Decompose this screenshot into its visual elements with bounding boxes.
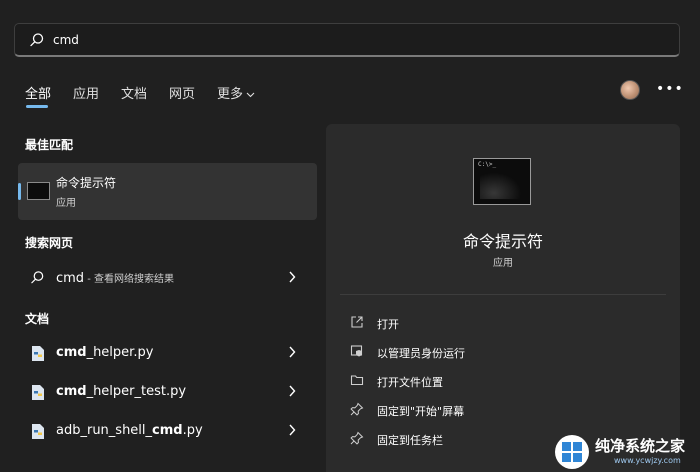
chevron-down-icon (246, 92, 255, 97)
best-match-type: 应用 (56, 198, 76, 209)
best-match-heading: 最佳匹配 (25, 138, 74, 152)
best-match-name: 命令提示符 (56, 176, 117, 190)
chevron-right-icon (289, 346, 296, 358)
action-label: 以管理员身份运行 (377, 347, 465, 360)
tab-documents[interactable]: 文档 (121, 83, 147, 102)
command-prompt-icon: C:\>_ (473, 158, 531, 205)
python-file-icon (32, 424, 44, 439)
watermark-url: www.ycwjzy.com (614, 456, 681, 465)
tab-all[interactable]: 全部 (25, 83, 51, 102)
web-search-heading: 搜索网页 (25, 236, 74, 250)
windows-logo-icon (555, 435, 589, 469)
document-item[interactable]: cmd_helper_test.py (18, 377, 317, 407)
chevron-right-icon (289, 385, 296, 397)
preview-subtitle: 应用 (493, 258, 513, 269)
best-match-item[interactable]: 命令提示符 应用 (18, 163, 317, 220)
more-options-button[interactable]: ••• (656, 81, 684, 97)
document-item[interactable]: adb_run_shell_cmd.py (18, 416, 317, 446)
document-match: cmd (56, 345, 87, 360)
document-rest: .py (182, 423, 203, 438)
document-item[interactable]: cmd_helper.py (18, 338, 317, 368)
active-tab-indicator (26, 105, 48, 108)
tab-more-label: 更多 (217, 87, 244, 102)
pin-icon (350, 431, 364, 445)
avatar[interactable] (620, 80, 640, 100)
prompt-text: C:\>_ (478, 161, 497, 168)
pin-icon (350, 402, 364, 416)
web-search-item[interactable]: cmd - 查看网络搜索结果 (18, 263, 317, 293)
chevron-right-icon (289, 271, 296, 283)
chevron-right-icon (289, 424, 296, 436)
search-query[interactable]: cmd (53, 33, 79, 47)
search-icon (31, 271, 44, 284)
action-label: 固定到"开始"屏幕 (377, 405, 465, 418)
admin-shield-icon (350, 345, 363, 357)
preview-title: 命令提示符 (462, 232, 543, 251)
web-search-query: cmd (56, 271, 85, 286)
python-file-icon (32, 346, 44, 361)
preview-pane: C:\>_ 命令提示符 应用 打开 以管理员身份运行 打开文件位置 固定到"开始… (326, 124, 680, 472)
tab-more[interactable]: 更多 (217, 83, 255, 102)
action-label: 固定到任务栏 (377, 434, 443, 447)
document-rest: _helper_test.py (86, 384, 187, 399)
folder-icon (350, 375, 364, 386)
selection-indicator (18, 183, 21, 200)
documents-heading: 文档 (25, 312, 50, 326)
document-rest: _helper.py (86, 345, 154, 360)
watermark: 纯净系统之家 www.ycwjzy.com (550, 432, 700, 472)
document-match: cmd (152, 423, 183, 438)
tab-apps[interactable]: 应用 (73, 83, 99, 102)
divider (340, 294, 666, 295)
open-icon (351, 316, 363, 328)
prompt-glow (480, 169, 526, 199)
python-file-icon (32, 385, 44, 400)
search-icon (30, 33, 44, 47)
web-search-hint: - 查看网络搜索结果 (84, 274, 175, 285)
action-label: 打开文件位置 (377, 376, 443, 389)
document-match: cmd (56, 384, 87, 399)
search-input[interactable]: cmd (14, 23, 680, 57)
tab-web[interactable]: 网页 (169, 83, 195, 102)
watermark-title: 纯净系统之家 (595, 437, 686, 455)
action-label: 打开 (377, 318, 399, 331)
document-prefix: adb_run_shell_ (56, 423, 153, 438)
command-prompt-icon (27, 182, 50, 200)
